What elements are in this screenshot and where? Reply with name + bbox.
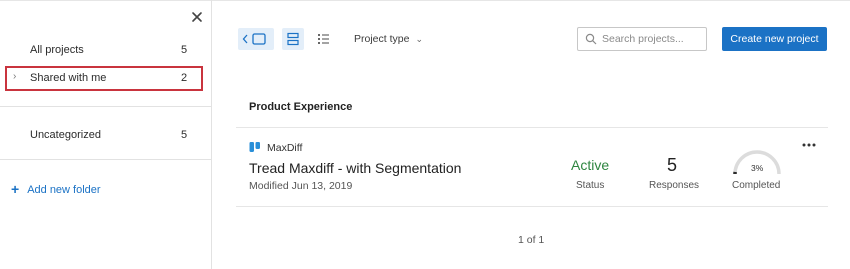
list-view-button[interactable] [312, 28, 334, 50]
folder-item-all-projects[interactable]: All projects 5 [0, 40, 212, 62]
chevron-down-icon: ⌄ [415, 34, 423, 44]
project-name-link[interactable]: Tread Maxdiff - with Segmentation [249, 160, 461, 176]
list-view-icon [318, 34, 329, 44]
completed-label: Completed [732, 180, 781, 191]
folder-label: Uncategorized [30, 129, 101, 141]
maxdiff-icon [249, 142, 260, 152]
card-bottom-divider [236, 206, 828, 207]
close-icon[interactable] [190, 10, 204, 24]
folder-count: 5 [181, 44, 188, 56]
search-input[interactable] [602, 31, 702, 47]
card-view-icon [287, 32, 299, 46]
status-value: Active [571, 157, 610, 173]
project-type-dropdown[interactable]: Project type ⌄ [354, 33, 423, 45]
folder-count: 5 [181, 129, 188, 141]
search-box[interactable] [577, 27, 707, 51]
more-options-icon[interactable] [801, 141, 817, 149]
folder-label: Shared with me [30, 72, 107, 84]
folder-count: 2 [181, 72, 188, 84]
completion-percent: 3% [751, 163, 764, 173]
sidebar-toggle-icon [242, 33, 266, 45]
responses-label: Responses [649, 180, 700, 191]
folder-item-shared-with-me[interactable]: › Shared with me 2 [0, 68, 212, 90]
create-new-project-button[interactable]: Create new project [722, 27, 827, 51]
project-type-label: Project type [354, 33, 410, 45]
add-new-folder-button[interactable]: + Add new folder [11, 180, 101, 197]
modified-date: Modified Jun 13, 2019 [249, 180, 353, 192]
pagination-label: 1 of 1 [518, 234, 545, 246]
section-title: Product Experience [249, 101, 353, 113]
collapse-sidebar-button[interactable] [238, 28, 274, 50]
chevron-right-icon[interactable]: › [13, 71, 16, 82]
add-folder-label: Add new folder [27, 184, 101, 196]
responses-count: 5 [667, 155, 678, 175]
status-label: Status [576, 180, 605, 191]
card-top-divider [236, 127, 828, 128]
project-type-label: MaxDiff [267, 142, 303, 154]
folder-sidebar: All projects 5 › Shared with me 2 Uncate… [0, 0, 212, 269]
folder-item-uncategorized[interactable]: Uncategorized 5 [0, 125, 212, 147]
card-view-button[interactable] [282, 28, 304, 50]
search-icon [585, 33, 597, 45]
plus-icon: + [11, 181, 20, 197]
folder-label: All projects [30, 44, 84, 56]
sidebar-divider [0, 159, 211, 160]
sidebar-divider [0, 106, 211, 107]
